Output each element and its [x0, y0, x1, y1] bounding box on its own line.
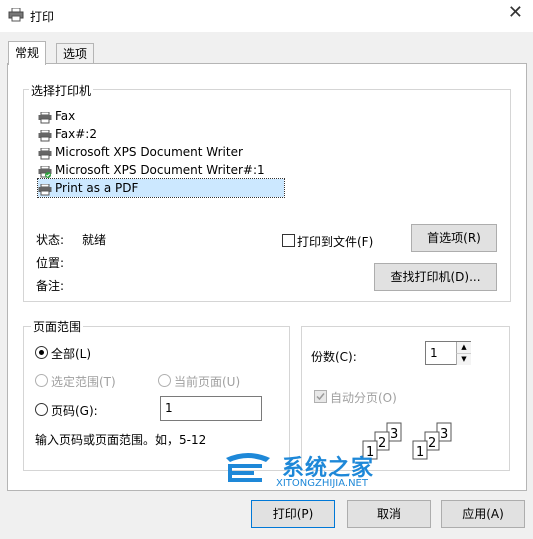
selection-radio[interactable]: [35, 374, 48, 387]
printer-icon: [38, 111, 52, 123]
all-pages-radio[interactable]: [35, 346, 48, 359]
copies-label: 份数(C):: [311, 350, 357, 364]
comment-label: 备注:: [36, 279, 65, 293]
printer-name: Fax: [55, 109, 76, 123]
pages-radio[interactable]: [35, 403, 48, 416]
printer-icon: [8, 7, 24, 25]
page-range-hint: 输入页码或页面范围。如，5-12: [35, 433, 207, 447]
watermark-logo-icon: [226, 453, 270, 482]
printer-name: Microsoft XPS Document Writer#:1: [55, 163, 265, 177]
pages-label[interactable]: 页码(G):: [51, 402, 98, 419]
apply-button-label: 应用(A): [462, 507, 504, 521]
print-to-file-label[interactable]: 打印到文件(F): [297, 233, 373, 250]
cancel-button[interactable]: 取消: [347, 500, 431, 528]
spin-down-icon: ▼: [461, 355, 467, 363]
print-button-label: 打印(P): [272, 507, 314, 521]
collate-checkbox[interactable]: [314, 390, 327, 403]
print-button[interactable]: 打印(P): [251, 500, 335, 528]
watermark: 系统之家 XITONGZHIJIA.NET: [222, 448, 422, 496]
printer-list[interactable]: Fax Fax#:2 Microsoft XPS Document Writer…: [37, 107, 285, 198]
printer-group-label: 选择打印机: [29, 82, 94, 99]
apply-button[interactable]: 应用(A): [441, 500, 525, 528]
page-range-label: 页面范围: [31, 318, 84, 335]
printer-icon: [38, 183, 52, 195]
close-button[interactable]: ✕: [508, 3, 523, 23]
watermark-url: XITONGZHIJIA.NET: [276, 478, 368, 489]
cancel-button-label: 取消: [376, 507, 401, 521]
location-label: 位置:: [36, 256, 65, 270]
collate-page-2b: 2: [428, 436, 436, 451]
printer-name: Fax#:2: [55, 127, 97, 141]
collate-page-3: 3: [390, 427, 398, 442]
title-bar: 打印 ✕: [0, 0, 533, 32]
current-page-label[interactable]: 当前页面(U): [174, 373, 240, 390]
copies-input-value: 1: [430, 346, 438, 360]
printer-item-xps-1[interactable]: Microsoft XPS Document Writer#:1: [38, 161, 284, 179]
copies-spin-down[interactable]: ▼: [456, 353, 471, 365]
tab-general-label: 常规: [15, 46, 40, 60]
tab-options[interactable]: 选项: [56, 43, 95, 65]
status-label: 状态:: [36, 233, 65, 247]
spin-up-icon: ▲: [461, 343, 467, 351]
collate-label[interactable]: 自动分页(O): [330, 389, 397, 406]
status-value: 就绪: [82, 233, 107, 247]
pages-input[interactable]: 1: [160, 396, 262, 421]
printer-name: Microsoft XPS Document Writer: [55, 145, 243, 159]
printer-default-icon: [38, 165, 52, 178]
tab-general[interactable]: 常规: [8, 41, 47, 65]
check-icon: [316, 393, 325, 401]
copies-spin-up[interactable]: ▲: [456, 342, 471, 353]
preferences-button-label: 首选项(R): [427, 231, 481, 245]
all-pages-label[interactable]: 全部(L): [51, 345, 91, 362]
preferences-button[interactable]: 首选项(R): [411, 224, 497, 252]
printer-icon: [38, 129, 52, 141]
printer-item-fax[interactable]: Fax: [38, 107, 284, 125]
current-page-radio[interactable]: [158, 374, 171, 387]
printer-item-pdf[interactable]: Print as a PDF: [37, 178, 285, 198]
find-printer-button-label: 查找打印机(D)...: [390, 270, 481, 284]
printer-item-fax-2[interactable]: Fax#:2: [38, 125, 284, 143]
tab-options-label: 选项: [63, 47, 88, 61]
printer-name: Print as a PDF: [55, 181, 139, 195]
collate-page-3b: 3: [440, 427, 448, 442]
window-title: 打印: [30, 10, 55, 24]
selection-label[interactable]: 选定范围(T): [51, 373, 116, 390]
printer-icon: [38, 147, 52, 159]
find-printer-button[interactable]: 查找打印机(D)...: [374, 263, 497, 291]
print-to-file-checkbox[interactable]: [282, 234, 295, 247]
pages-input-value: 1: [165, 401, 173, 415]
printer-item-xps[interactable]: Microsoft XPS Document Writer: [38, 143, 284, 161]
